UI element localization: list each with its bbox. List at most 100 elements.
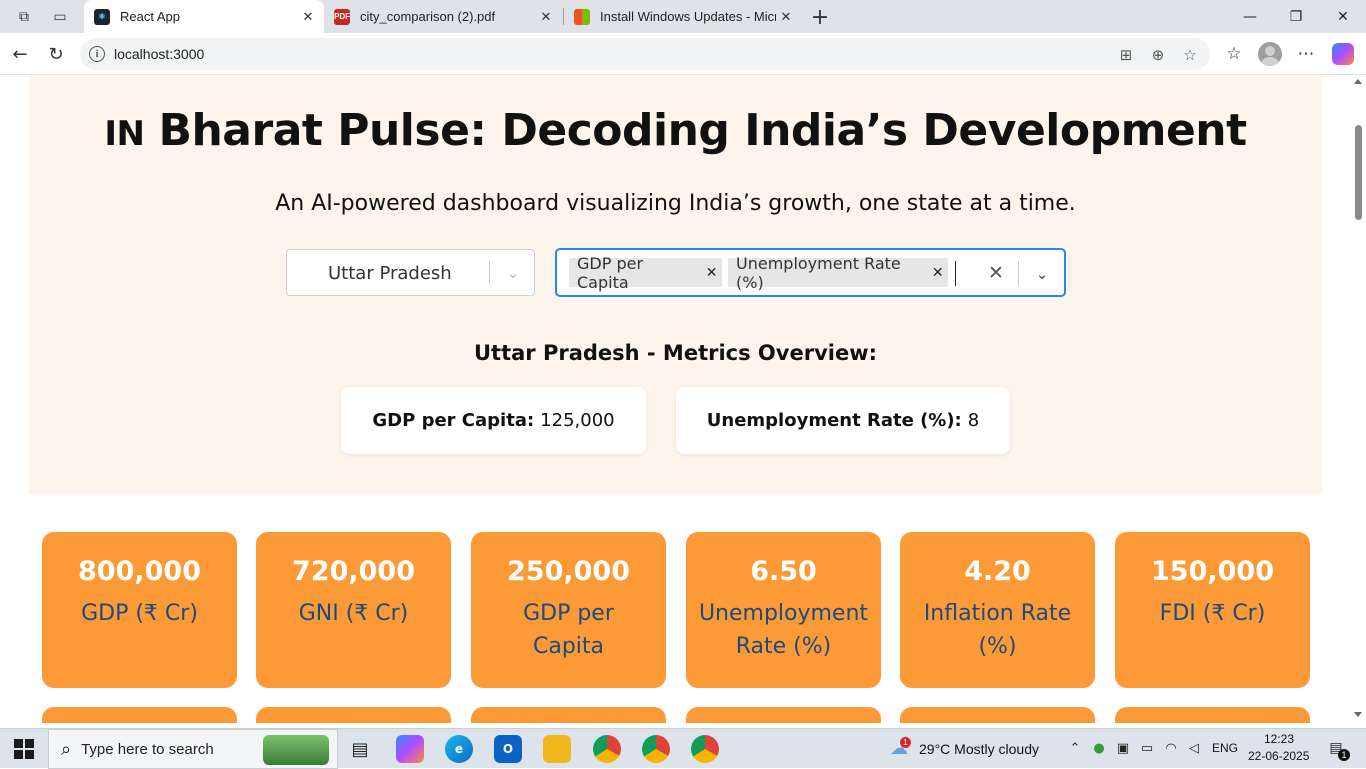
restore-icon[interactable]: ❐ xyxy=(1273,0,1319,33)
file-explorer-icon[interactable] xyxy=(543,735,571,763)
show-hidden-icons-icon[interactable]: ⌃ xyxy=(1066,739,1084,757)
metric-multiselect[interactable]: GDP per Capita ✕ Unemployment Rate (%) ✕… xyxy=(555,248,1066,297)
tab-actions-icon[interactable]: ▭ xyxy=(48,5,72,29)
pdf-icon: PDF xyxy=(334,8,350,25)
browser-tab-strip: ⧉ ▭ ⚛ React App ✕ PDF city_comparison (2… xyxy=(0,0,1366,33)
weather-badge: 1 xyxy=(900,737,911,748)
chrome-icon[interactable] xyxy=(593,735,621,763)
new-tab-icon[interactable]: + xyxy=(808,5,832,30)
minimize-icon[interactable]: — xyxy=(1227,0,1273,33)
tab-title: React App xyxy=(120,9,180,24)
stat-label: Unemployment Rate (%) xyxy=(698,601,869,659)
tray-device-icon[interactable]: ▣ xyxy=(1114,739,1132,757)
zoom-icon[interactable]: ⊕ xyxy=(1149,46,1167,64)
stat-card-gdp: 800,000 GDP (₹ Cr) xyxy=(42,532,237,688)
chevron-down-icon[interactable]: ⌄ xyxy=(1029,261,1055,287)
hero-section: IN Bharat Pulse: Decoding India’s Develop… xyxy=(29,75,1322,494)
page-subtitle: An AI-powered dashboard visualizing Indi… xyxy=(275,191,1076,216)
search-highlight-image xyxy=(263,735,329,765)
remove-chip-icon[interactable]: ✕ xyxy=(928,265,948,281)
weather-text[interactable]: 29°C Mostly cloudy xyxy=(919,741,1039,757)
app-available-icon[interactable]: ⊞ xyxy=(1117,46,1135,64)
stat-label: GDP per Capita xyxy=(523,601,614,659)
copilot-icon[interactable] xyxy=(1332,43,1354,65)
clear-all-icon[interactable]: ✕ xyxy=(983,260,1009,286)
stat-value: 6.50 xyxy=(750,556,817,587)
chip-label: Unemployment Rate (%) xyxy=(736,253,901,292)
site-info-icon[interactable]: i xyxy=(89,46,105,62)
edge-icon[interactable]: e xyxy=(445,735,473,763)
overview-card-unemployment-rate: Unemployment Rate (%): 8 xyxy=(676,387,1010,454)
state-dropdown[interactable]: Uttar Pradesh ⌄ xyxy=(286,249,535,296)
chip-label: GDP per Capita xyxy=(577,253,644,292)
battery-icon[interactable]: ▭ xyxy=(1138,739,1156,757)
stat-card-gni: 720,000 GNI (₹ Cr) xyxy=(256,532,451,688)
search-icon: ⌕ xyxy=(61,738,72,760)
taskbar-search[interactable]: ⌕ Type here to search xyxy=(48,729,338,769)
clock-date[interactable]: 22-06-2025 xyxy=(1248,749,1309,763)
stat-label: GNI (₹ Cr) xyxy=(298,601,409,626)
stat-value: 150,000 xyxy=(1151,556,1274,587)
workspaces-icon[interactable]: ⧉ xyxy=(12,5,36,29)
more-options-icon[interactable]: ⋯ xyxy=(1293,41,1319,67)
task-view-icon[interactable]: ▤ xyxy=(346,735,374,763)
stat-card-partial xyxy=(42,707,237,723)
state-selected-value: Uttar Pradesh xyxy=(328,263,452,284)
clock-time[interactable]: 12:23 xyxy=(1264,732,1294,746)
refresh-icon[interactable]: ↻ xyxy=(43,41,69,67)
stat-card-partial xyxy=(900,707,1095,723)
favorite-star-icon[interactable]: ☆ xyxy=(1181,46,1199,64)
wifi-icon[interactable]: ◠ xyxy=(1162,739,1180,757)
stat-value: 800,000 xyxy=(78,556,201,587)
tray-app-icon[interactable]: ● xyxy=(1090,739,1108,757)
overview-card-gdp-per-capita: GDP per Capita: 125,000 xyxy=(341,387,646,454)
outlook-icon[interactable]: O xyxy=(494,735,522,763)
stat-card-gdp-per-capita: 250,000 GDP per Capita xyxy=(471,532,666,688)
stat-card-partial xyxy=(471,707,666,723)
window-close-icon[interactable]: ✕ xyxy=(1320,0,1366,33)
close-icon[interactable]: ✕ xyxy=(536,9,556,25)
chrome-profile-icon[interactable] xyxy=(642,735,670,763)
stat-label: GDP (₹ Cr) xyxy=(81,601,198,626)
tab-react-app[interactable]: ⚛ React App ✕ xyxy=(84,0,324,33)
windows-start-icon[interactable] xyxy=(14,739,34,759)
page-scrollbar[interactable] xyxy=(1350,75,1366,723)
stat-card-partial xyxy=(256,707,451,723)
page-title-text: Bharat Pulse: Decoding India’s Developme… xyxy=(158,105,1247,156)
stat-label: Inflation Rate (%) xyxy=(923,601,1072,659)
metric-chip-unemployment-rate: Unemployment Rate (%) ✕ xyxy=(728,254,948,292)
stat-card-inflation-rate: 4.20 Inflation Rate (%) xyxy=(900,532,1095,688)
chevron-down-icon[interactable]: ⌄ xyxy=(502,262,524,284)
react-icon: ⚛ xyxy=(94,8,110,25)
copilot-taskbar-icon[interactable] xyxy=(396,735,424,763)
scroll-up-icon[interactable] xyxy=(1354,79,1362,84)
back-icon[interactable]: ← xyxy=(7,41,33,67)
stat-card-fdi: 150,000 FDI (₹ Cr) xyxy=(1115,532,1310,688)
close-icon[interactable]: ✕ xyxy=(776,9,796,25)
tab-windows-updates[interactable]: Install Windows Updates - Micros ✕ xyxy=(564,0,802,33)
dropdown-separator xyxy=(1018,261,1019,286)
overview-title: Uttar Pradesh - Metrics Overview: xyxy=(473,341,877,365)
browser-toolbar: ← ↻ i localhost:3000 ⊞ ⊕ ☆ ☆ ⋯ xyxy=(0,33,1366,75)
favorites-icon[interactable]: ☆ xyxy=(1221,41,1247,67)
tab-pdf[interactable]: PDF city_comparison (2).pdf ✕ xyxy=(324,0,562,33)
windows-taskbar: ⌕ Type here to search ▤ e O ☁ 1 29°C Mos… xyxy=(0,728,1366,769)
scrollbar-thumb[interactable] xyxy=(1355,125,1362,220)
stat-card-partial xyxy=(686,707,881,723)
tab-title: Install Windows Updates - Micros xyxy=(600,9,776,24)
taskbar-search-placeholder: Type here to search xyxy=(81,740,214,758)
stat-label: FDI (₹ Cr) xyxy=(1159,601,1266,626)
close-icon[interactable]: ✕ xyxy=(298,9,318,25)
profile-avatar-icon[interactable] xyxy=(1258,42,1282,66)
page-viewport: IN Bharat Pulse: Decoding India’s Develop… xyxy=(0,75,1366,723)
address-bar[interactable]: i localhost:3000 ⊞ ⊕ ☆ xyxy=(80,38,1210,70)
url-text[interactable]: localhost:3000 xyxy=(114,46,204,62)
volume-muted-icon[interactable]: ◁ xyxy=(1185,739,1203,757)
scroll-down-icon[interactable] xyxy=(1354,712,1362,717)
dropdown-separator xyxy=(489,261,490,285)
language-indicator[interactable]: ENG xyxy=(1212,741,1238,755)
remove-chip-icon[interactable]: ✕ xyxy=(701,265,722,281)
chrome-profile-icon[interactable] xyxy=(691,735,719,763)
overview-value: 125,000 xyxy=(540,410,615,431)
stat-value: 250,000 xyxy=(507,556,630,587)
